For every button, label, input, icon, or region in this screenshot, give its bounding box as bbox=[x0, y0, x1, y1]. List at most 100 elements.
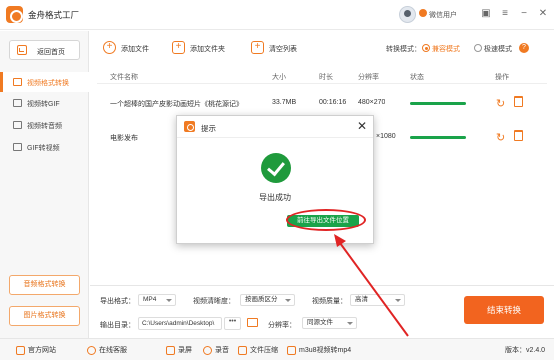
column-header: 分辨率 bbox=[358, 74, 379, 81]
back-home-button[interactable]: 返回首页 bbox=[9, 40, 80, 60]
status-bar: 官方网站 在线客服 录屏 录音 文件压缩 m3u8视频转mp4 版本：v2.4.… bbox=[0, 338, 554, 360]
user-avatar[interactable] bbox=[399, 6, 416, 23]
sidebar-item-label: 视频格式转换 bbox=[27, 80, 69, 87]
m3u8-link[interactable]: m3u8视频转mp4 bbox=[287, 345, 351, 355]
dialog-message: 导出成功 bbox=[259, 193, 291, 202]
format-label: 导出格式： bbox=[100, 298, 135, 305]
record-screen-icon bbox=[166, 345, 175, 355]
compress-icon bbox=[238, 345, 247, 355]
sidebar-item-video-audio[interactable]: 视频转音频 bbox=[0, 115, 89, 135]
output-dir-field[interactable]: C:\Users\admin\Desktop\ bbox=[138, 317, 222, 330]
clear-list-icon bbox=[251, 41, 264, 54]
skin-icon[interactable]: ▣ bbox=[480, 8, 492, 20]
clear-list-label: 清空列表 bbox=[269, 46, 297, 53]
sidebar-item-label: GIF转视频 bbox=[27, 145, 60, 152]
sidebar-item-gif-video[interactable]: GIF转视频 bbox=[0, 137, 89, 157]
file-table-header: 文件名称 大小 时长 分辨率 状态 操作 bbox=[97, 70, 547, 84]
format-select[interactable]: MP4 bbox=[138, 294, 176, 306]
output-settings-panel: 导出格式： MP4 视频清晰度： 按画质区分 视频质量： 高清 输出目录： C:… bbox=[90, 285, 554, 338]
status-item-label: 录屏 bbox=[178, 347, 192, 354]
sidebar: 返回首页 视频格式转换 视频转GIF 视频转音频 GIF转视频 音频格式转换 图… bbox=[0, 31, 89, 338]
file-resolution: ×1080 bbox=[376, 133, 396, 140]
vip-icon bbox=[419, 9, 427, 17]
file-name: 一个超棒的国产皮影动画短片《桃花源记》 bbox=[110, 101, 243, 108]
file-size: 33.7MB bbox=[272, 99, 297, 106]
add-folder-button[interactable]: 添加文件夹 bbox=[172, 41, 238, 55]
close-icon[interactable]: ✕ bbox=[537, 8, 549, 20]
status-item-label: 录音 bbox=[215, 347, 229, 354]
progress-fill bbox=[410, 136, 466, 139]
mode-compatible-radio[interactable] bbox=[422, 44, 430, 52]
file-resolution: 480×270 bbox=[358, 99, 386, 106]
user-name[interactable]: 微信用户 bbox=[429, 10, 457, 20]
clarity-label: 视频清晰度： bbox=[193, 298, 235, 305]
browse-button[interactable]: ••• bbox=[224, 317, 241, 330]
resolution-label: 分辨率： bbox=[268, 322, 296, 329]
column-header: 文件名称 bbox=[110, 74, 138, 81]
video-gif-icon bbox=[13, 99, 22, 107]
sidebar-item-label: 视频转音频 bbox=[27, 123, 62, 130]
audio-convert-button[interactable]: 音频格式转换 bbox=[9, 275, 80, 295]
title-bar: 金舟格式工厂 微信用户 ▣ ≡ − ✕ bbox=[0, 0, 554, 30]
status-item-label: m3u8视频转mp4 bbox=[299, 347, 352, 354]
compress-link[interactable]: 文件压缩 bbox=[238, 345, 278, 355]
image-convert-button[interactable]: 图片格式转换 bbox=[9, 306, 80, 326]
file-duration: 00:16:16 bbox=[319, 99, 347, 106]
open-folder-icon[interactable] bbox=[247, 318, 258, 327]
record-audio-link[interactable]: 录音 bbox=[203, 345, 229, 355]
app-title: 金舟格式工厂 bbox=[28, 10, 80, 20]
official-site-link[interactable]: 官方网站 bbox=[16, 345, 56, 355]
mode-fast-radio[interactable] bbox=[474, 44, 482, 52]
record-audio-icon bbox=[203, 345, 212, 355]
help-icon[interactable]: ? bbox=[519, 43, 529, 53]
back-home-label: 返回首页 bbox=[37, 49, 65, 56]
progress-bar bbox=[410, 136, 466, 139]
column-header: 状态 bbox=[410, 74, 424, 81]
app-logo-icon bbox=[6, 6, 23, 23]
version-label: 版本：v2.4.0 bbox=[505, 347, 546, 354]
quality-select[interactable]: 高清 bbox=[350, 294, 405, 306]
column-header: 大小 bbox=[272, 74, 286, 81]
m3u8-icon bbox=[287, 345, 296, 355]
redo-icon[interactable]: ↻ bbox=[496, 131, 505, 144]
sidebar-item-label: 视频转GIF bbox=[27, 101, 60, 108]
clear-list-button[interactable]: 清空列表 bbox=[251, 41, 311, 55]
add-file-icon bbox=[103, 41, 116, 54]
dialog-logo-icon bbox=[184, 121, 195, 132]
back-icon bbox=[17, 45, 27, 55]
status-item-label: 在线客服 bbox=[99, 347, 127, 354]
mode-fast-label[interactable]: 极速模式 bbox=[484, 44, 512, 54]
dialog-title: 提示 bbox=[201, 124, 216, 133]
add-file-label: 添加文件 bbox=[121, 46, 149, 53]
add-file-button[interactable]: 添加文件 bbox=[103, 41, 163, 55]
output-dir-label: 输出目录： bbox=[100, 322, 135, 329]
annotation-ellipse bbox=[286, 209, 366, 231]
dialog-close-icon[interactable]: ✕ bbox=[357, 120, 367, 132]
video-convert-icon bbox=[13, 78, 22, 86]
gif-video-icon bbox=[13, 143, 22, 151]
success-check-icon bbox=[261, 153, 291, 183]
trash-icon[interactable] bbox=[514, 96, 523, 107]
mode-label: 转换模式： bbox=[386, 46, 421, 53]
sidebar-item-video-gif[interactable]: 视频转GIF bbox=[0, 93, 89, 113]
progress-bar bbox=[410, 102, 466, 105]
mode-compatible-label[interactable]: 兼容模式 bbox=[432, 44, 460, 54]
online-support-link[interactable]: 在线客服 bbox=[87, 345, 127, 355]
clarity-select[interactable]: 按画质区分 bbox=[240, 294, 295, 306]
menu-icon[interactable]: ≡ bbox=[499, 8, 511, 20]
redo-icon[interactable]: ↻ bbox=[496, 97, 505, 110]
status-item-label: 文件压缩 bbox=[250, 347, 278, 354]
record-screen-link[interactable]: 录屏 bbox=[166, 345, 192, 355]
end-convert-button[interactable]: 结束转换 bbox=[464, 296, 544, 324]
add-folder-label: 添加文件夹 bbox=[190, 46, 225, 53]
home-icon bbox=[16, 345, 25, 355]
minimize-icon[interactable]: − bbox=[518, 8, 530, 20]
sidebar-item-video-convert[interactable]: 视频格式转换 bbox=[0, 72, 89, 92]
video-audio-icon bbox=[13, 121, 22, 129]
support-icon bbox=[87, 345, 96, 355]
column-header: 时长 bbox=[319, 74, 333, 81]
trash-icon[interactable] bbox=[514, 130, 523, 141]
dialog-header: 提示 ✕ bbox=[177, 116, 373, 138]
resolution-select[interactable]: 同源文件 bbox=[302, 317, 357, 329]
status-item-label: 官方网站 bbox=[28, 347, 56, 354]
